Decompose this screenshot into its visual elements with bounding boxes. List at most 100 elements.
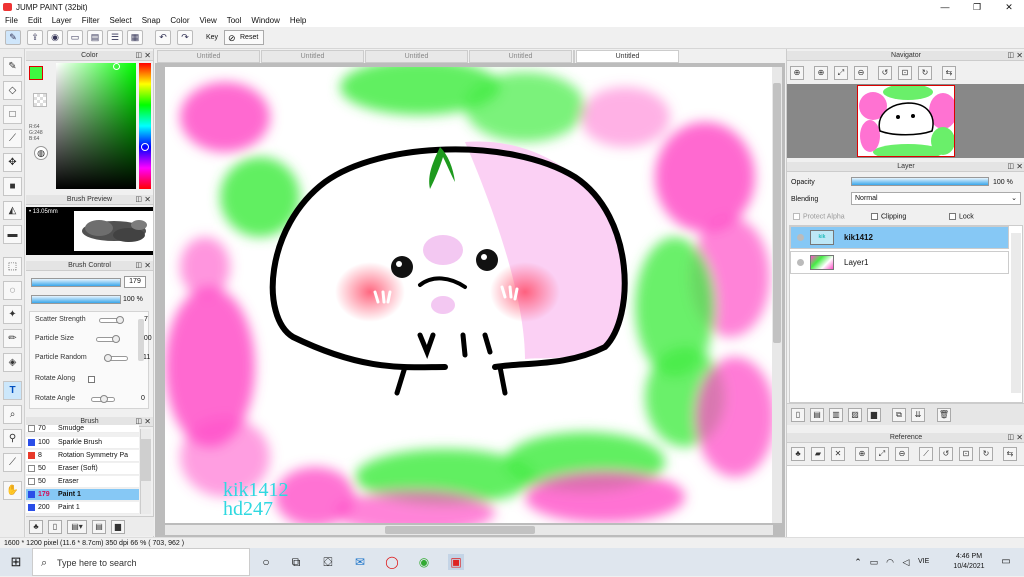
menu-snap[interactable]: Snap: [137, 16, 166, 25]
list-item[interactable]: 100 Sparkle Brush: [26, 437, 139, 449]
pen-settings-icon[interactable]: ✎: [5, 30, 21, 45]
merge-down-icon[interactable]: ⇊: [911, 408, 925, 422]
pen-pressure-icon[interactable]: ⌕: [3, 405, 22, 424]
color-saturation-field[interactable]: [56, 63, 136, 189]
select-rect-icon[interactable]: ⬚: [3, 257, 22, 276]
zoom-in-icon[interactable]: ⊕: [855, 447, 869, 461]
folder-icon[interactable]: ▆: [867, 408, 881, 422]
pen-tool-icon[interactable]: ⟋: [3, 453, 22, 472]
windows-start-icon[interactable]: ⊞: [8, 554, 24, 570]
message-icon[interactable]: ▭: [67, 30, 83, 45]
panel-close-icon[interactable]: ✕: [144, 195, 151, 205]
drawing-canvas[interactable]: kik1412 hd247: [165, 67, 773, 523]
maximize-button[interactable]: ❐: [962, 0, 992, 14]
tab-untitled[interactable]: Untitled: [365, 50, 468, 63]
float-icon[interactable]: ◫: [1007, 162, 1014, 172]
document-icon[interactable]: ▤: [87, 30, 103, 45]
close-reference-icon[interactable]: ✕: [831, 447, 845, 461]
horizontal-scrollbar-thumb[interactable]: [385, 526, 535, 534]
eraser-tool-icon[interactable]: ◇: [3, 81, 22, 100]
list-icon[interactable]: ☰: [107, 30, 123, 45]
line-tool-icon[interactable]: ⟋: [3, 129, 22, 148]
bucket-tool-icon[interactable]: ◭: [3, 201, 22, 220]
taskbar-clock[interactable]: 4:46 PM 10/4/2021: [945, 552, 993, 572]
undo-icon[interactable]: ↶: [155, 30, 171, 45]
slider-knob[interactable]: [104, 354, 112, 362]
tab-untitled[interactable]: Untitled: [157, 50, 260, 63]
brush-menu-icon[interactable]: ▤▾: [67, 520, 87, 534]
rotate-along-checkbox[interactable]: [88, 375, 98, 384]
grid-icon[interactable]: ▦: [127, 30, 143, 45]
store-icon[interactable]: ⛋: [320, 554, 336, 570]
list-item[interactable]: 200 Paint 1: [26, 502, 139, 514]
brush-tool-icon[interactable]: ✎: [3, 57, 22, 76]
delete-layer-icon[interactable]: 🗑: [937, 408, 951, 422]
palette-icon[interactable]: ◍: [34, 146, 48, 160]
brush-settings-icon[interactable]: ♣: [29, 520, 43, 534]
tab-untitled-active[interactable]: Untitled: [576, 50, 679, 63]
clipping-checkbox[interactable]: Clipping: [871, 213, 906, 220]
new-layer-icon[interactable]: ▯: [791, 408, 805, 422]
eye-icon[interactable]: [797, 234, 804, 241]
halftone-layer-icon[interactable]: ▨: [848, 408, 862, 422]
close-button[interactable]: ✕: [994, 0, 1024, 14]
list-item-selected[interactable]: 179 Paint 1: [26, 489, 139, 501]
panel-close-icon[interactable]: ✕: [144, 261, 151, 271]
new-layer-icon[interactable]: ▤: [810, 408, 824, 422]
chevron-up-icon[interactable]: ⌃: [850, 554, 866, 570]
slider-knob[interactable]: [116, 316, 124, 324]
magic-wand-icon[interactable]: ✦: [3, 305, 22, 324]
reset-rotate-icon[interactable]: ⊡: [959, 447, 973, 461]
float-icon[interactable]: ◫: [135, 195, 142, 205]
menu-layer[interactable]: Layer: [47, 16, 77, 25]
panel-close-icon[interactable]: ✕: [1016, 51, 1023, 61]
tab-untitled[interactable]: Untitled: [469, 50, 572, 63]
opera-icon[interactable]: ◯: [384, 554, 400, 570]
text-tool-icon[interactable]: T: [3, 381, 22, 400]
menu-window[interactable]: Window: [246, 16, 284, 25]
network-icon[interactable]: ▭: [866, 554, 882, 570]
layer-opacity-slider[interactable]: [851, 177, 989, 186]
list-item[interactable]: 50 Eraser: [26, 476, 139, 488]
panel-close-icon[interactable]: ✕: [1016, 162, 1023, 172]
layer-row[interactable]: Layer1: [790, 251, 1009, 274]
lock-checkbox[interactable]: Lock: [949, 213, 974, 220]
hue-slider[interactable]: [139, 63, 151, 189]
eye-icon[interactable]: [797, 259, 804, 266]
fit-screen-icon[interactable]: ⤢: [834, 66, 848, 80]
menu-edit[interactable]: Edit: [23, 16, 47, 25]
cortana-icon[interactable]: ○: [258, 554, 274, 570]
tab-untitled[interactable]: [573, 50, 575, 63]
menu-help[interactable]: Help: [285, 16, 311, 25]
eyedropper-tool-icon[interactable]: ⚲: [3, 429, 22, 448]
navigator-thumbnail[interactable]: [857, 85, 955, 157]
gradient-tool-icon[interactable]: ▬: [3, 225, 22, 244]
reference-settings-icon[interactable]: ♣: [791, 447, 805, 461]
rectangle-tool-icon[interactable]: □: [3, 105, 22, 124]
layer-list-scrollbar[interactable]: [1011, 233, 1021, 393]
brush-size-slider[interactable]: [31, 278, 121, 287]
redo-icon[interactable]: ↷: [177, 30, 193, 45]
slider-knob[interactable]: [112, 335, 120, 343]
vertical-scrollbar-thumb[interactable]: [773, 83, 781, 343]
menu-filter[interactable]: Filter: [77, 16, 105, 25]
float-icon[interactable]: ◫: [135, 261, 142, 271]
menu-view[interactable]: View: [195, 16, 222, 25]
open-folder-icon[interactable]: ▰: [811, 447, 825, 461]
new-layer-icon[interactable]: ▥: [829, 408, 843, 422]
comment-icon[interactable]: ◉: [47, 30, 63, 45]
export-icon[interactable]: ⇪: [27, 30, 43, 45]
reset-button[interactable]: ⊘ Reset: [224, 30, 264, 45]
scrollbar-thumb[interactable]: [140, 439, 151, 481]
panel-close-icon[interactable]: ✕: [144, 417, 151, 427]
brush-folder-icon[interactable]: ▆: [111, 520, 125, 534]
fit-screen-icon[interactable]: ⤢: [875, 447, 889, 461]
menu-color[interactable]: Color: [165, 16, 194, 25]
list-item[interactable]: 8 Rotation Symmetry Pa: [26, 450, 139, 462]
hue-slider-knob[interactable]: [141, 143, 149, 151]
duplicate-layer-icon[interactable]: ⧉: [892, 408, 906, 422]
select-eraser-icon[interactable]: ◈: [3, 353, 22, 372]
new-brush-icon[interactable]: ▯: [48, 520, 62, 534]
rotate-right-icon[interactable]: ↻: [918, 66, 932, 80]
list-item[interactable]: 50 Eraser (Soft): [26, 463, 139, 475]
